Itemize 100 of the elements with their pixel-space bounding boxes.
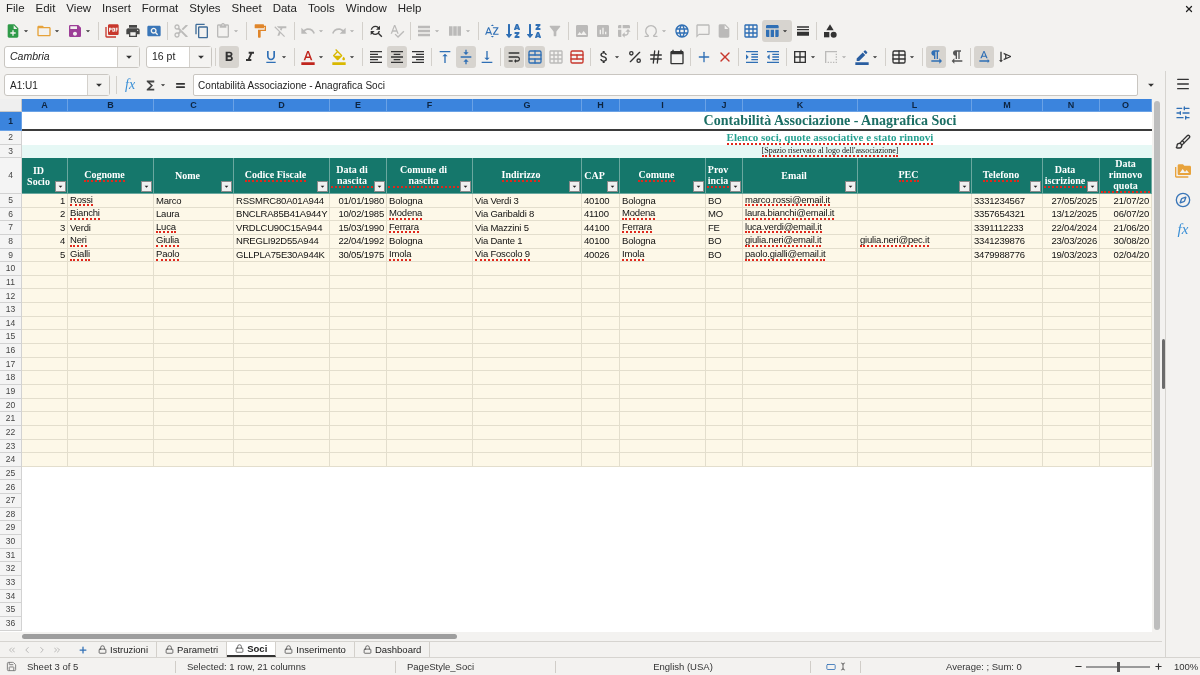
filter-button[interactable] [460,181,471,192]
menu-item[interactable]: View [66,3,92,15]
column-header[interactable]: J [706,99,743,112]
row-header[interactable]: 30 [0,535,22,549]
page-style-name[interactable]: PageStyle_Soci [407,661,475,672]
row-header[interactable]: 5 [0,194,22,208]
menu-item[interactable]: Window [345,3,387,15]
grid-icon [743,22,759,39]
sidebar-resize-handle[interactable] [1162,339,1165,389]
sheet-tab[interactable]: Soci [227,642,277,657]
column-header[interactable]: N [1043,99,1100,112]
row-header[interactable]: 26 [0,480,22,495]
filter-button[interactable] [141,181,152,192]
zoom-slider-thumb[interactable] [1117,661,1120,672]
table-cell: Marco [154,194,234,208]
font-name-combobox[interactable]: Cambria [4,46,140,68]
row-header[interactable]: 3 [0,145,22,158]
row-header[interactable]: 27 [0,494,22,508]
logo-placeholder-text: [Spazio riservato al logo dell'associazione] [761,146,899,157]
table-cell: FE [706,221,743,235]
filter-button[interactable] [569,181,580,192]
column-header[interactable]: M [972,99,1043,112]
filter-button[interactable] [959,181,970,192]
left-to-right-button[interactable] [926,46,946,68]
align-middle-button[interactable] [456,46,476,68]
menu-item[interactable]: Help [397,3,422,15]
menu-item[interactable]: Edit [35,3,56,15]
row-header[interactable]: 10 [0,262,22,276]
row-header[interactable]: 18 [0,371,22,385]
menu-item[interactable]: File [6,3,25,15]
filter-button[interactable] [730,181,741,192]
zoom-in-button[interactable] [1153,660,1163,673]
filter-button[interactable] [374,181,385,192]
selection-info: Selected: 1 row, 21 columns [187,661,306,672]
column-header[interactable]: O [1100,99,1152,112]
row-header[interactable]: 32 [0,562,22,576]
scissors-icon [173,22,189,39]
row-header[interactable]: 15 [0,330,22,345]
column-header[interactable]: I [620,99,706,112]
row-header[interactable]: 2 [0,131,22,145]
wrap-text-button[interactable] [504,46,524,68]
text-horizontal-button[interactable] [974,46,994,68]
bold-button[interactable] [219,46,239,68]
menu-item[interactable]: Styles [189,3,221,15]
row-header[interactable]: 12 [0,289,22,304]
column-header[interactable]: G [473,99,582,112]
merge-center-button[interactable] [525,46,545,68]
column-header[interactable]: K [743,99,858,112]
table-cell: Bologna [620,194,706,208]
table-cell: Verdi [68,221,154,235]
column-header[interactable]: H [582,99,620,112]
filter-button[interactable] [55,181,66,192]
row-header[interactable]: 1 [0,112,22,131]
pilcrow-right-icon [928,49,944,65]
filter-button[interactable] [1087,181,1098,192]
filter-button[interactable] [1030,181,1041,192]
menu-item[interactable]: Data [272,3,297,15]
filter-button[interactable] [221,181,232,192]
filter-button[interactable] [845,181,856,192]
selection-mode-icon[interactable] [824,661,837,672]
font-size-combobox[interactable]: 16 pt [146,46,212,68]
properties-button[interactable] [1174,104,1192,122]
row-header[interactable]: 24 [0,453,22,467]
text-cursor-icon[interactable] [838,661,847,672]
column-header[interactable]: A [22,99,68,112]
menu-item[interactable]: Insert [102,3,131,15]
row-header[interactable]: 29 [0,521,22,535]
document-save-icon [5,661,17,672]
styles-button[interactable] [1174,133,1192,151]
row-header[interactable]: 4 [0,158,22,194]
row-header[interactable]: 7 [0,221,22,235]
filter-button[interactable] [693,181,704,192]
column-header[interactable]: D [234,99,330,112]
column-header[interactable]: C [154,99,234,112]
row-header[interactable]: 21 [0,412,22,426]
freeze-button[interactable] [762,19,792,42]
language-name[interactable]: English (USA) [653,661,713,672]
vertical-scrollbar-thumb[interactable] [1154,101,1160,630]
column-header[interactable]: E [330,99,387,112]
double-chevron-right-icon [51,644,62,655]
name-box[interactable]: A1:U1 [4,74,110,96]
menu-item[interactable]: Format [141,3,179,15]
formula-input[interactable]: Contabilità Associazione - Anagrafica Soci [193,74,1138,96]
column-header[interactable]: F [387,99,473,112]
sheet-tab[interactable]: Dashboard [354,642,431,657]
sheet-tab[interactable]: Istruzioni [90,642,157,657]
horizontal-scrollbar-thumb[interactable] [22,634,457,639]
menu-item[interactable]: Sheet [231,3,262,15]
row-header[interactable]: 16 [0,344,22,358]
row-header[interactable]: 35 [0,603,22,617]
align-center-button[interactable] [387,46,407,68]
column-header[interactable]: L [858,99,972,112]
filter-button[interactable] [317,181,328,192]
zoom-percentage[interactable]: 100% [1174,661,1199,672]
row-header[interactable]: 13 [0,303,22,317]
menu-item[interactable]: Tools [307,3,335,15]
navigator-button[interactable] [1174,191,1192,209]
sheet-tab[interactable]: Inserimento [276,642,355,657]
column-header[interactable]: B [68,99,154,112]
filter-button[interactable] [607,181,618,192]
